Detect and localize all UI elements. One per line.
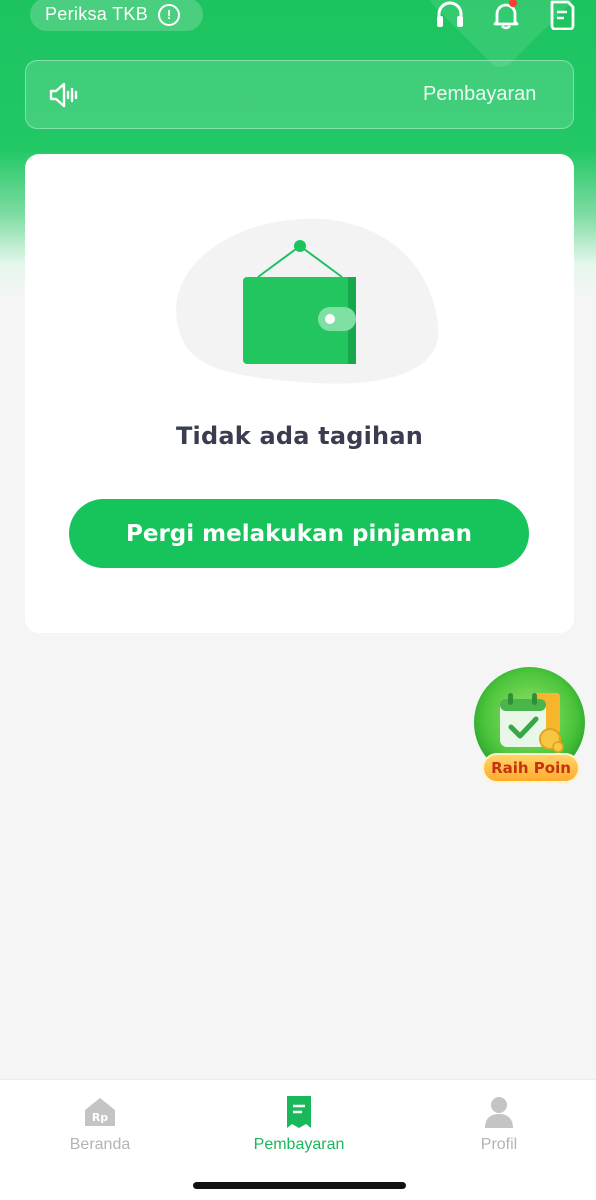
receipt-icon bbox=[287, 1096, 311, 1128]
speaker-icon bbox=[49, 82, 78, 108]
wallet-icon bbox=[176, 218, 439, 384]
announcement-text: Pembayaran bbox=[423, 83, 537, 105]
tab-beranda[interactable]: Rp Beranda bbox=[30, 1094, 170, 1154]
svg-text:Rp: Rp bbox=[92, 1111, 108, 1124]
check-tkb-label: Periksa TKB bbox=[45, 4, 149, 24]
calendar-check-icon bbox=[500, 693, 564, 753]
document-icon[interactable] bbox=[546, 0, 578, 30]
home-rp-icon: Rp bbox=[85, 1098, 115, 1126]
user-icon bbox=[485, 1097, 513, 1128]
tab-pembayaran-label: Pembayaran bbox=[253, 1136, 345, 1153]
tab-beranda-label: Beranda bbox=[69, 1136, 131, 1153]
empty-state-message: Tidak ada tagihan bbox=[175, 422, 424, 450]
borrow-button[interactable]: Pergi melakukan pinjaman bbox=[69, 499, 529, 568]
headset-icon[interactable] bbox=[434, 0, 466, 30]
check-tkb-button[interactable]: Periksa TKB ! bbox=[30, 0, 203, 31]
tab-pembayaran[interactable]: Pembayaran bbox=[229, 1094, 369, 1154]
tab-profil[interactable]: Profil bbox=[429, 1094, 569, 1154]
tab-profil-label: Profil bbox=[480, 1136, 518, 1153]
empty-bill-card: Tidak ada tagihan Pergi melakukan pinjam… bbox=[25, 154, 574, 633]
info-icon: ! bbox=[158, 3, 181, 26]
home-indicator[interactable] bbox=[193, 1182, 406, 1189]
bell-icon[interactable] bbox=[490, 0, 522, 30]
announcement-bar[interactable]: Pembayaran bbox=[25, 60, 574, 129]
earn-points-label: Raih Poin bbox=[482, 753, 580, 783]
earn-points-badge[interactable]: Raih Poin bbox=[472, 665, 587, 790]
